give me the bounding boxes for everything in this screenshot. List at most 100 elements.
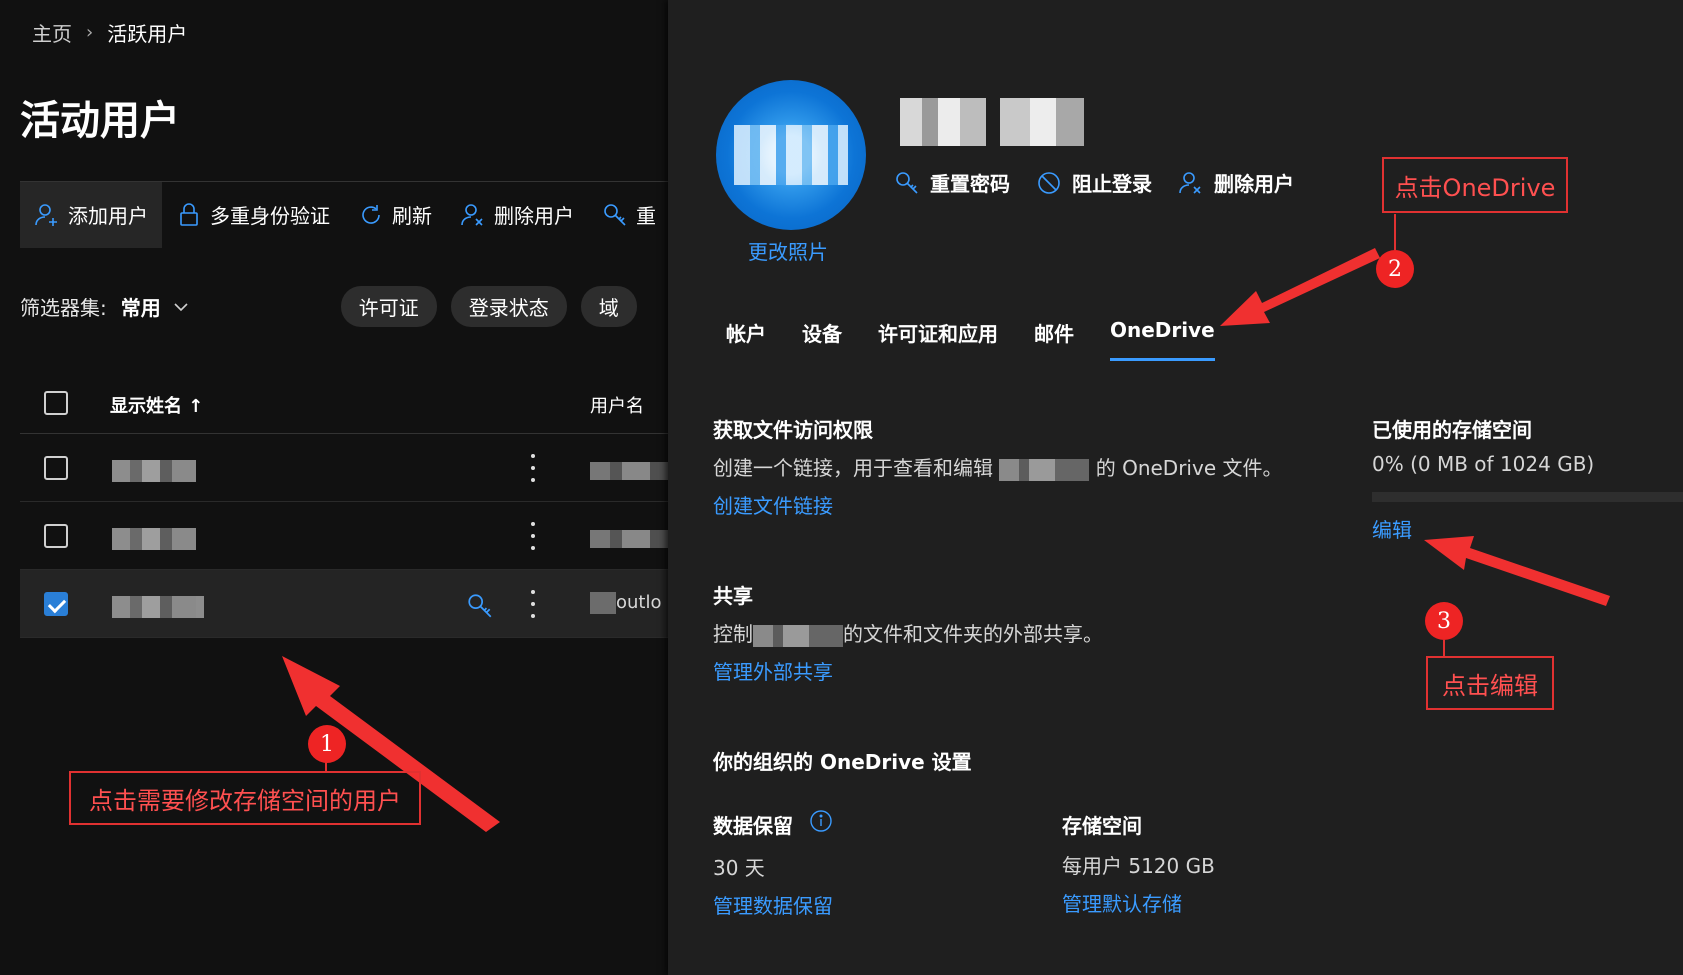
refresh-button[interactable]: 刷新 [344,182,446,248]
chevron-right-icon: › [86,22,94,43]
edit-storage-link[interactable]: 编辑 [1372,514,1412,543]
block-signin-label: 阻止登录 [1072,172,1152,196]
block-icon [1038,171,1060,194]
block-signin-button[interactable]: 阻止登录 [1036,168,1152,197]
create-file-link[interactable]: 创建文件链接 [713,490,833,519]
manage-data-retention-link[interactable]: 管理数据保留 [713,890,833,919]
sharing-heading: 共享 [713,584,753,608]
filter-set-label: 筛选器集: [20,296,107,320]
file-access-heading: 获取文件访问权限 [713,418,873,442]
column-display-name-label: 显示姓名 [110,396,182,417]
avatar [716,80,866,230]
redacted-display-name[interactable] [112,596,204,618]
delete-user-label: 删除用户 [494,204,574,228]
add-user-label: 添加用户 [68,204,148,228]
key-icon [604,203,626,226]
delete-user-button[interactable]: 删除用户 [1178,168,1294,197]
data-retention-value: 30 天 [713,856,765,880]
mfa-button[interactable]: 多重身份验证 [162,182,344,248]
username-suffix: outlo [616,592,662,613]
active-users-page: 主页 › 活跃用户 活动用户 添加用户 多重身份验证 刷新 删除用户 重 筛选器… [0,0,668,975]
annotation-step1-label: 点击需要修改存储空间的用户 [69,771,421,825]
tab-licenses-apps[interactable]: 许可证和应用 [878,318,998,361]
page-title: 活动用户 [20,98,180,144]
filter-pill-license[interactable]: 许可证 [340,286,437,327]
annotation-step3-badge: 3 [1425,602,1463,640]
more-options-icon[interactable] [530,454,536,482]
manage-default-storage-link[interactable]: 管理默认存储 [1062,888,1182,917]
filter-pill-signin-status[interactable]: 登录状态 [450,286,567,327]
reset-password-button[interactable]: 重 [588,182,668,248]
breadcrumb-home[interactable]: 主页 [32,18,72,47]
storage-used-heading: 已使用的存储空间 [1372,418,1532,442]
lock-icon [180,202,198,226]
reset-password-label: 重置密码 [930,172,1010,196]
file-access-text-after: 的 OneDrive 文件。 [1095,456,1283,480]
breadcrumb-current: 活跃用户 [107,22,188,46]
filter-row: 筛选器集: 常用 许可证 登录状态 域 [20,286,668,327]
redacted-user-name-inline [753,624,843,647]
redacted-display-name[interactable] [112,460,196,482]
manage-external-sharing-link[interactable]: 管理外部共享 [713,656,833,685]
table-row[interactable] [20,434,668,502]
tab-mail[interactable]: 邮件 [1034,318,1074,361]
row-checkbox[interactable] [44,524,68,548]
reset-password-button[interactable]: 重置密码 [894,168,1010,197]
delete-user-button[interactable]: 删除用户 [446,182,588,248]
storage-used-value: 0% (0 MB of 1024 GB) [1372,452,1595,476]
breadcrumb: 主页 › 活跃用户 [32,18,187,47]
add-user-button[interactable]: 添加用户 [20,181,162,248]
more-options-icon[interactable] [530,590,536,618]
filter-pill-domain[interactable]: 域 [580,286,637,327]
file-access-text-before: 创建一个链接，用于查看和编辑 [713,456,993,480]
column-display-name[interactable]: 显示姓名 ↑ [110,392,203,418]
org-onedrive-settings-heading: 你的组织的 OneDrive 设置 [713,750,972,774]
redacted-user-name [900,98,1084,146]
sharing-text-after: 的文件和文件夹的外部共享。 [843,622,1103,646]
row-checkbox[interactable] [44,456,68,480]
tab-account[interactable]: 帐户 [726,318,766,361]
select-all-checkbox[interactable] [44,391,68,415]
table-row-selected[interactable]: outlo [20,570,668,638]
storage-usage-bar [1372,492,1683,502]
key-icon[interactable] [466,592,494,620]
sharing-text-before: 控制 [713,622,753,646]
annotation-step2-label: 点击OneDrive [1382,157,1568,213]
chevron-down-icon[interactable] [171,297,191,317]
storage-space-value: 每用户 5120 GB [1062,854,1215,878]
refresh-icon [362,204,380,224]
add-person-icon [35,203,57,226]
remove-person-icon [461,203,483,226]
redacted-username [590,530,668,548]
tab-onedrive[interactable]: OneDrive [1110,318,1215,361]
table-header: 显示姓名 ↑ 用户名 [20,372,668,434]
column-username[interactable]: 用户名 [590,392,644,418]
table-row[interactable] [20,502,668,570]
more-options-icon[interactable] [530,522,536,550]
detail-tabs: 帐户 设备 许可证和应用 邮件 OneDrive [726,318,1215,361]
info-icon[interactable] [809,809,833,833]
redacted-username [590,462,668,480]
refresh-label: 刷新 [392,204,432,228]
redacted-username [590,592,616,614]
storage-space-label: 存储空间 [1062,814,1142,838]
row-checkbox-checked[interactable] [44,592,68,616]
change-photo-link[interactable]: 更改照片 [748,236,828,265]
filter-set-dropdown[interactable]: 常用 [121,292,161,321]
annotation-step2-badge: 2 [1376,250,1414,288]
data-retention-label: 数据保留 [713,814,793,838]
tab-devices[interactable]: 设备 [802,318,842,361]
command-bar: 添加用户 多重身份验证 刷新 删除用户 重 [20,181,668,248]
key-icon [896,171,918,194]
user-detail-panel: 更改照片 重置密码 阻止登录 删除用户 帐户 设备 许可证和应用 邮件 OneD… [668,0,1683,975]
reset-password-label-truncated: 重 [636,204,656,228]
redacted-display-name[interactable] [112,528,196,550]
file-access-text: 创建一个链接，用于查看和编辑 的 OneDrive 文件。 [713,452,1282,481]
remove-person-icon [1179,171,1201,194]
user-actions: 重置密码 阻止登录 删除用户 [894,168,1294,197]
annotation-step1-badge: 1 [308,725,346,763]
redacted-user-name-inline [999,458,1090,481]
delete-user-label: 删除用户 [1214,172,1294,196]
mfa-label: 多重身份验证 [210,204,330,228]
users-table: 显示姓名 ↑ 用户名 outlo [20,372,668,638]
